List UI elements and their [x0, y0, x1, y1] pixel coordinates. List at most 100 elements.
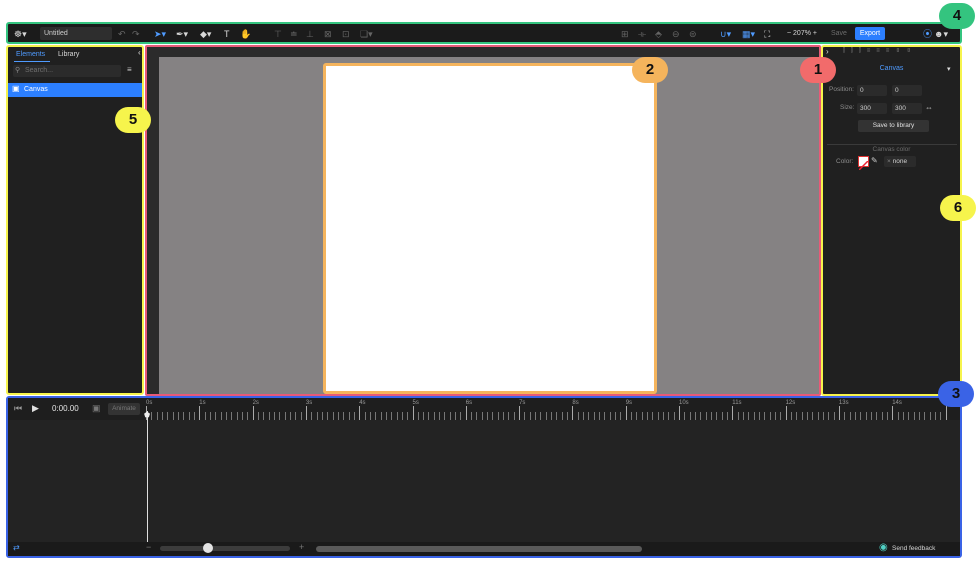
align-tools-icon[interactable]: ⫿⫿⫿≡≡≡▯▯	[843, 48, 917, 55]
color-value-field[interactable]: × none	[884, 156, 916, 167]
time-tick	[508, 412, 510, 420]
section-header: Canvas color	[823, 138, 960, 156]
time-tick	[726, 412, 728, 420]
time-tick	[279, 412, 281, 420]
time-tick	[380, 412, 382, 420]
zoom-slider[interactable]	[160, 546, 290, 551]
collaborators-icon[interactable]: ⦿	[923, 27, 932, 41]
link-aspect-icon[interactable]: ⇔	[925, 103, 933, 112]
document-name-field[interactable]: Untitled	[40, 27, 112, 40]
app-menu-icon[interactable]: ☸▾	[14, 27, 27, 41]
time-tick	[742, 412, 744, 420]
annotation-badge-4: 4	[939, 3, 975, 29]
canvas-stage[interactable]	[145, 45, 821, 396]
zoom-in-icon[interactable]: +	[299, 542, 304, 552]
keyframe-icon[interactable]: ▣	[92, 403, 101, 414]
mask-icon[interactable]: ⊜	[689, 27, 697, 41]
loop-icon[interactable]: ⇄	[13, 543, 20, 552]
size-width-field[interactable]: 300	[857, 103, 887, 114]
list-item-canvas[interactable]: Canvas	[8, 83, 142, 97]
layer-order-icon[interactable]: ❏▾	[360, 27, 373, 41]
boolean-icon[interactable]: ⊖	[672, 27, 680, 41]
time-tick	[641, 412, 643, 420]
feedback-icon[interactable]: ◉	[879, 542, 888, 553]
time-tick	[689, 412, 691, 420]
save-to-library-button[interactable]: Save to library	[858, 120, 929, 132]
text-tool-icon[interactable]: T	[224, 27, 230, 41]
size-height-field[interactable]: 300	[892, 103, 922, 114]
shapes-tool-icon[interactable]: ◆▾	[200, 27, 211, 41]
time-tick	[327, 412, 329, 420]
tab-library[interactable]: Library	[58, 49, 79, 61]
time-tick	[455, 412, 457, 420]
time-tick	[545, 412, 547, 420]
time-tick	[492, 412, 494, 420]
time-tick	[918, 412, 920, 420]
playhead[interactable]	[147, 411, 148, 543]
grid-icon[interactable]: ▦▾	[742, 27, 755, 41]
select-tool-icon[interactable]: ➤▾	[154, 27, 166, 41]
export-button[interactable]: Export	[855, 27, 885, 40]
time-tick	[620, 412, 622, 420]
zoom-out-icon[interactable]: −	[146, 542, 151, 552]
snap-magnet-icon[interactable]: ∪▾	[720, 27, 731, 41]
fit-screen-icon[interactable]: ⛶	[764, 27, 770, 41]
time-tick	[289, 412, 291, 420]
save-button[interactable]: Save	[831, 27, 851, 40]
search-input[interactable]: Search...	[13, 65, 121, 77]
send-feedback-link[interactable]: Send feedback	[892, 543, 935, 555]
time-tick	[870, 412, 872, 420]
flip-icon[interactable]: ⊞	[621, 27, 629, 41]
align-h-center-icon[interactable]: ⟛	[638, 27, 646, 41]
timeline-header: ⏮ ▶ 0:00.00 ▣ Animate 0s 1s 2s 3s 4s 5s 6s 7s 8s…	[8, 398, 960, 420]
play-icon[interactable]: ▶	[32, 403, 39, 414]
playhead-handle-icon[interactable]: ⬟	[144, 411, 150, 419]
time-ruler[interactable]: 0s 1s 2s 3s 4s 5s 6s 7s 8s 9s 10s 11s 12s 13s 14s	[146, 400, 958, 420]
canvas-layer-icon: ▣	[12, 84, 20, 93]
align-middle-icon[interactable]: ≐	[290, 27, 298, 41]
time-tick	[599, 412, 601, 420]
time-tick	[252, 406, 254, 420]
time-tick	[529, 412, 531, 420]
time-tick	[257, 412, 259, 420]
hand-tool-icon[interactable]: ✋	[240, 27, 251, 41]
time-tick	[535, 412, 537, 420]
time-tick	[748, 412, 750, 420]
time-tick	[161, 412, 163, 420]
user-avatar-icon[interactable]: ☻▾	[934, 27, 948, 41]
undo-icon[interactable]: ↶	[118, 27, 126, 41]
position-y-field[interactable]: 0	[892, 85, 922, 96]
redo-icon[interactable]: ↷	[132, 27, 140, 41]
time-tick	[540, 412, 542, 420]
time-tick	[753, 412, 755, 420]
skip-start-icon[interactable]: ⏮	[14, 403, 22, 414]
search-icon: ⚲	[15, 67, 21, 74]
artboard[interactable]	[323, 63, 657, 394]
group-icon[interactable]: ⊡	[342, 27, 350, 41]
time-tick	[572, 406, 574, 420]
time-tick	[481, 412, 483, 420]
animate-button[interactable]: Animate	[108, 403, 140, 415]
align-v-center-icon[interactable]: ⬘	[655, 27, 662, 41]
tab-elements[interactable]: Elements	[16, 49, 45, 61]
title-dropdown-icon[interactable]: ▾	[947, 65, 951, 73]
pen-tool-icon[interactable]: ✒▾	[176, 27, 188, 41]
filter-icon[interactable]: ≡	[127, 65, 132, 74]
time-tick	[188, 412, 190, 420]
color-swatch[interactable]	[858, 156, 869, 171]
time-tick	[172, 412, 174, 420]
time-tick	[812, 412, 814, 420]
time-tick	[854, 412, 856, 420]
time-tick	[305, 406, 307, 420]
zoom-slider-handle[interactable]	[203, 543, 213, 553]
distribute-icon[interactable]: ⊠	[324, 27, 332, 41]
align-top-icon[interactable]: ⊤	[274, 27, 282, 41]
position-x-field[interactable]: 0	[857, 85, 887, 96]
expand-panel-icon[interactable]: ›	[826, 47, 829, 56]
collapse-panel-icon[interactable]: ‹	[138, 48, 141, 57]
align-bottom-icon[interactable]: ⊥	[306, 27, 314, 41]
horizontal-scrollbar[interactable]	[316, 546, 642, 552]
size-label: Size:	[840, 104, 855, 111]
zoom-control[interactable]: ~ 207% +	[787, 27, 817, 40]
eyedropper-icon[interactable]: ✎	[871, 156, 878, 165]
